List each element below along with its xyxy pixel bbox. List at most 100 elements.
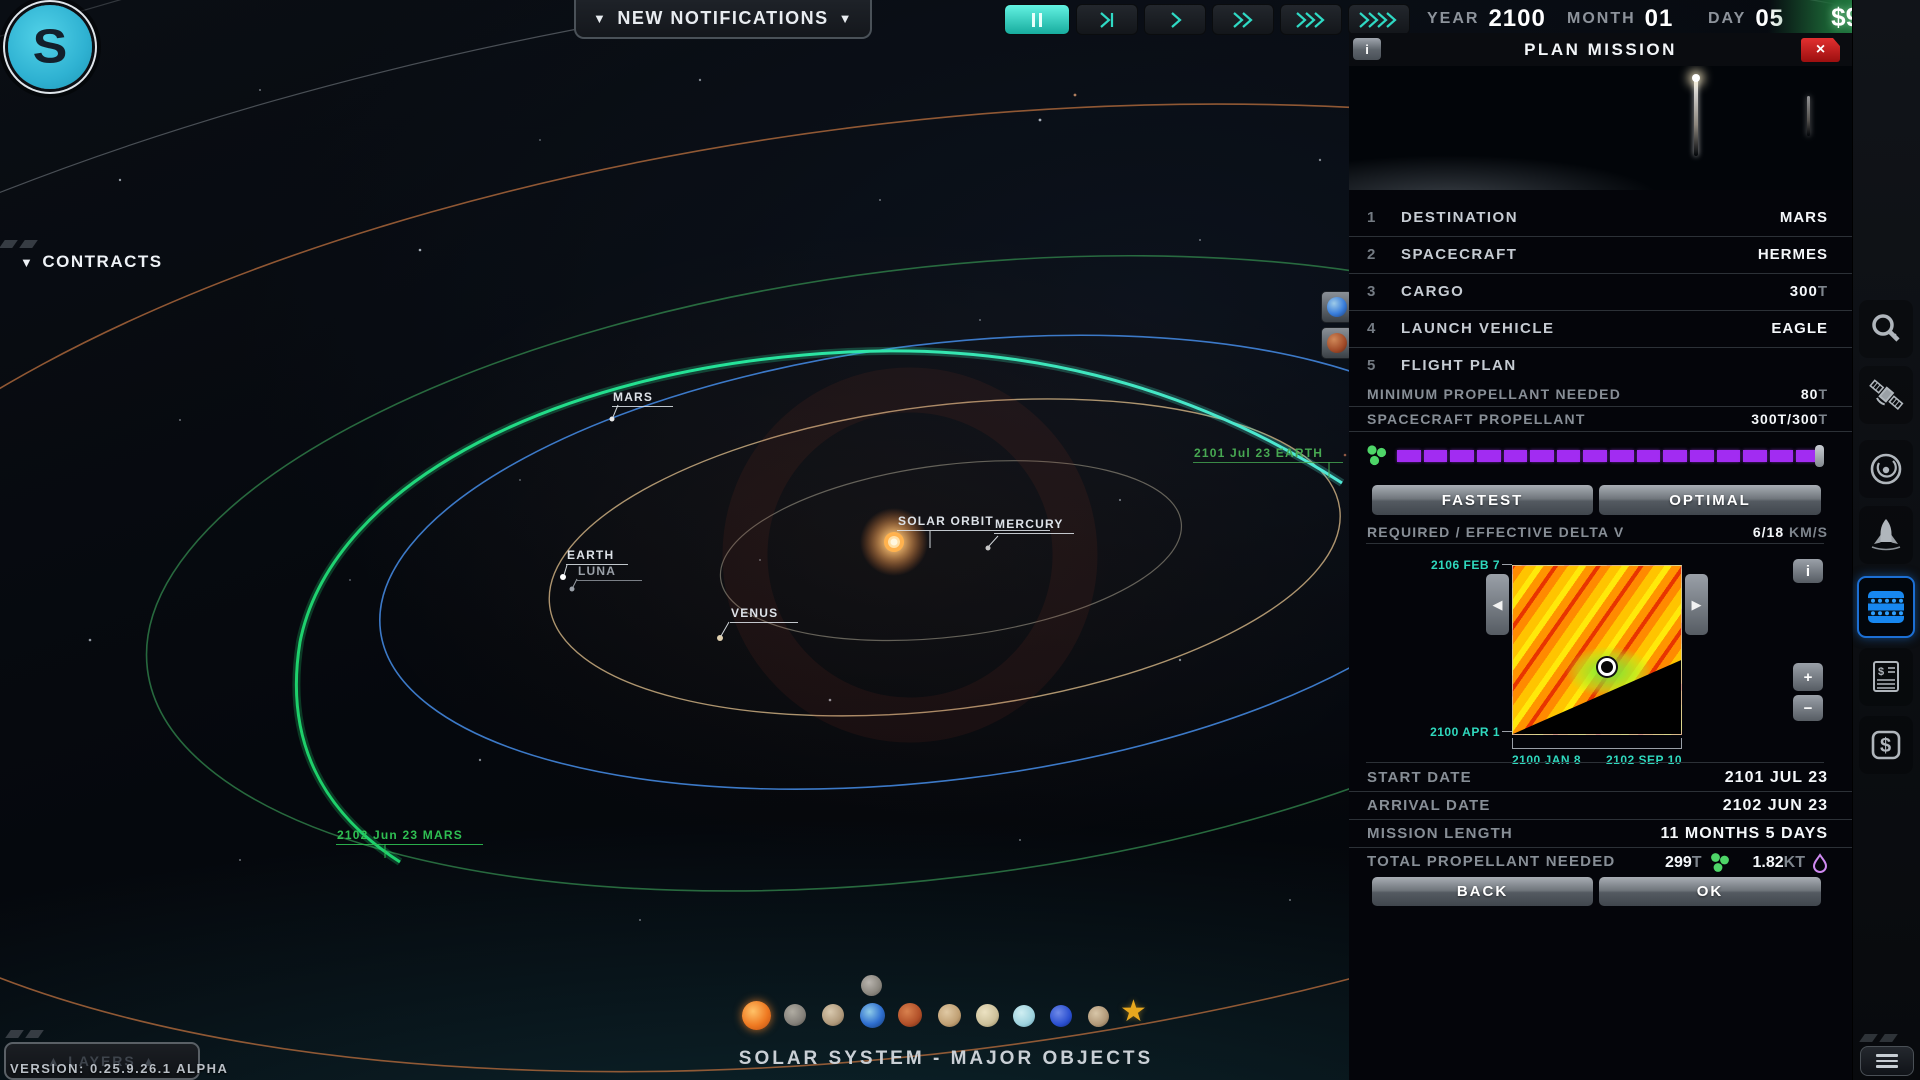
map-label-mercury[interactable]: MERCURY: [994, 517, 1074, 534]
plan-mission-panel: PLAN MISSION i × 1 DESTINATION MARS 2 SP…: [1349, 33, 1852, 1080]
earth-strip-icon[interactable]: [860, 1003, 885, 1028]
stat-label: MINIMUM PROPELLANT NEEDED: [1367, 386, 1621, 402]
step-button[interactable]: [1076, 4, 1138, 35]
pause-button[interactable]: [1004, 4, 1070, 35]
porkchop-prev-button[interactable]: ◀: [1486, 574, 1509, 635]
map-label-venus[interactable]: VENUS: [730, 606, 799, 623]
rocket-plume: [1807, 96, 1810, 136]
fast-4x-button[interactable]: [1348, 4, 1410, 35]
notifications-button[interactable]: ▼ NEW NOTIFICATIONS ▼: [574, 0, 872, 39]
body-markers: [384, 404, 1330, 858]
delta-v-row: REQUIRED / EFFECTIVE DELTA V 6/18 KM/S: [1349, 520, 1852, 542]
porkchop-plot[interactable]: [1512, 565, 1682, 735]
fast-2x-button[interactable]: [1212, 4, 1274, 35]
delta-v-value: 6/18 KM/S: [1752, 524, 1828, 540]
fastest-button[interactable]: FASTEST: [1372, 485, 1593, 515]
mission-photo: [1349, 66, 1852, 190]
search-button[interactable]: [1859, 300, 1913, 358]
propellant-slider-handle[interactable]: [1815, 445, 1824, 467]
axis-tick: [1502, 731, 1512, 732]
date-label: MISSION LENGTH: [1367, 825, 1513, 842]
step-value: EAGLE: [1771, 320, 1828, 337]
selected-transfer-marker[interactable]: [1598, 657, 1617, 676]
finance-icon: $: [1871, 730, 1901, 760]
ok-button[interactable]: OK: [1599, 877, 1821, 906]
divider: [1366, 762, 1824, 763]
step-icon: [1100, 11, 1114, 28]
orbit-icon: [1870, 453, 1902, 485]
menu-button[interactable]: [1860, 1046, 1914, 1076]
finance-button[interactable]: $: [1859, 716, 1913, 774]
axis-tick: [1502, 564, 1512, 565]
mission-step-spacecraft[interactable]: 2 SPACECRAFT HERMES: [1349, 237, 1852, 274]
map-label-mars[interactable]: MARS: [612, 390, 674, 407]
spacecraft-propellant-row: SPACECRAFT PROPELLANT 300T/300T: [1349, 407, 1852, 432]
stat-value: 80T: [1800, 386, 1828, 402]
neptune-strip-icon[interactable]: [1050, 1005, 1072, 1027]
sun: [722, 367, 1098, 743]
optimal-button[interactable]: OPTIMAL: [1599, 485, 1821, 515]
pluto-strip-icon[interactable]: [1088, 1006, 1109, 1027]
missions-icon: [1868, 591, 1904, 623]
rocket-flare: [1692, 74, 1700, 82]
porkchop-info-button[interactable]: i: [1793, 559, 1823, 583]
mission-step-flight-plan[interactable]: 5 FLIGHT PLAN: [1349, 348, 1852, 384]
satellite-button[interactable]: [1859, 366, 1913, 424]
total-propellant-values: 299T 1.82KT: [1665, 852, 1828, 874]
missions-button[interactable]: [1857, 576, 1915, 638]
panel-header: PLAN MISSION i ×: [1349, 33, 1852, 67]
stat-value: 300T/300T: [1751, 411, 1828, 427]
mission-step-destination[interactable]: 1 DESTINATION MARS: [1349, 200, 1852, 237]
zoom-out-button[interactable]: −: [1793, 695, 1823, 721]
fast-2x-icon: [1233, 11, 1253, 28]
version-label: VERSION: 0.25.9.26.1 ALPHA: [10, 1061, 229, 1076]
play-button[interactable]: [1144, 4, 1206, 35]
zoom-in-button[interactable]: +: [1793, 663, 1823, 691]
close-button[interactable]: ×: [1801, 38, 1840, 62]
axis-line: [1512, 748, 1682, 749]
sun-strip-icon[interactable]: [742, 1001, 771, 1030]
porkchop-ymin-label: 2100 APR 1: [1430, 725, 1500, 739]
app-logo[interactable]: S: [8, 5, 92, 89]
year-value: 2100: [1488, 5, 1546, 32]
fuel-droplet-icon: [1812, 852, 1828, 873]
saturn-strip-icon[interactable]: [976, 1004, 999, 1027]
date-value: 2102 JUN 23: [1722, 797, 1828, 814]
pause-icon: [1032, 12, 1042, 27]
menu-icon: [1876, 1059, 1898, 1063]
uranus-strip-icon[interactable]: [1013, 1005, 1035, 1027]
fast-3x-button[interactable]: [1280, 4, 1342, 35]
fast-4x-icon: [1359, 11, 1397, 28]
back-button[interactable]: BACK: [1372, 877, 1593, 906]
mission-step-launch-vehicle[interactable]: 4 LAUNCH VEHICLE EAGLE: [1349, 311, 1852, 348]
contracts-ledger-button[interactable]: $: [1859, 648, 1913, 706]
map-label-luna[interactable]: LUNA: [577, 564, 643, 581]
map-caption: SOLAR SYSTEM - MAJOR OBJECTS: [738, 1048, 1154, 1069]
step-label: LAUNCH VEHICLE: [1401, 320, 1555, 337]
launch-button[interactable]: [1859, 506, 1913, 564]
mars-strip-icon[interactable]: [898, 1003, 922, 1027]
propellant-slider-track[interactable]: [1397, 450, 1820, 462]
venus-strip-icon[interactable]: [822, 1004, 844, 1026]
map-label-earth[interactable]: EARTH: [566, 548, 629, 565]
info-button[interactable]: i: [1353, 38, 1381, 60]
star-strip-icon[interactable]: ★: [1120, 994, 1147, 1029]
step-value: HERMES: [1757, 246, 1828, 263]
date-value: 2101 JUL 23: [1724, 769, 1828, 786]
step-number: 4: [1367, 320, 1376, 337]
right-toolbar: $ $: [1852, 0, 1920, 1080]
contracts-header[interactable]: ▼ CONTRACTS: [20, 252, 163, 272]
mercury-strip-icon[interactable]: [784, 1004, 806, 1026]
step-label: CARGO: [1401, 283, 1465, 300]
triangle-down-icon: ▼: [838, 11, 853, 26]
orbit-view-button[interactable]: [1859, 440, 1913, 498]
divider: [1366, 543, 1824, 544]
jupiter-strip-icon[interactable]: [938, 1004, 961, 1027]
axis-tick: [1681, 738, 1682, 748]
close-icon: ×: [1815, 41, 1826, 58]
mission-step-cargo[interactable]: 3 CARGO 300T: [1349, 274, 1852, 311]
step-number: 2: [1367, 246, 1376, 263]
axis-tick: [1512, 738, 1513, 748]
porkchop-next-button[interactable]: ▶: [1685, 574, 1708, 635]
moon-strip-icon[interactable]: [861, 975, 882, 996]
